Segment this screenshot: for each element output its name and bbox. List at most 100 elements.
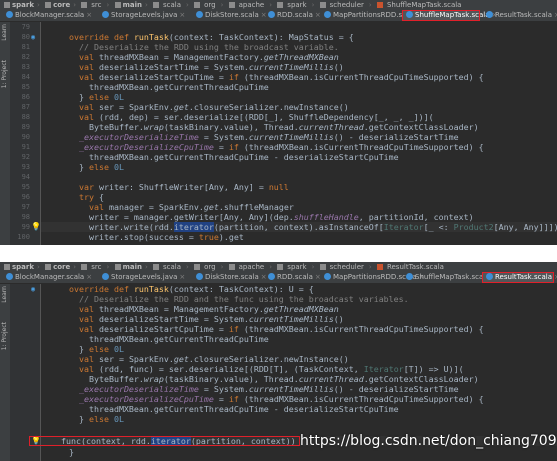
project-tool-button[interactable]: 1: Project xyxy=(1,60,8,88)
code-line: ByteBuffer.wrap(taskBinary.value), Threa… xyxy=(59,374,479,384)
folder-icon xyxy=(4,2,10,8)
folder-icon xyxy=(153,264,160,270)
breadcrumb-item[interactable]: main xyxy=(113,0,144,10)
code-line: val threadMXBean = ManagementFactory.get… xyxy=(78,304,339,314)
breadcrumb-item[interactable]: src xyxy=(79,0,105,10)
code-editor[interactable]: 79 80 ◉ override def runTask(context: Tas… xyxy=(17,22,557,245)
watermark-url: https://blog.csdn.net/don_chiang709 xyxy=(300,433,557,449)
breadcrumb-item[interactable]: ResultTask.scala xyxy=(375,262,448,272)
breadcrumb-item[interactable]: scala xyxy=(151,0,185,10)
breadcrumb-item[interactable]: scheduler xyxy=(318,0,368,10)
breadcrumb-item[interactable]: spark xyxy=(275,262,310,272)
code-line: threadMXBean.getCurrentThreadCpuTime - d… xyxy=(59,404,399,414)
close-icon[interactable]: × xyxy=(86,11,92,19)
scala-file-icon xyxy=(268,273,275,280)
folder-icon xyxy=(45,264,52,270)
breadcrumb-item[interactable]: spark xyxy=(2,0,36,10)
code-line: 81 // Deserialize the RDD using the broa… xyxy=(21,42,339,52)
code-line: 89 ByteBuffer.wrap(taskBinary.value), Th… xyxy=(21,122,479,132)
breadcrumb-item[interactable]: apache xyxy=(227,262,269,272)
code-line: 80 ◉ override def runTask(context: TaskCo… xyxy=(21,32,354,42)
breadcrumb-item[interactable]: ShuffleMapTask.scala xyxy=(375,0,466,10)
code-line: } else 0L xyxy=(59,414,124,424)
code-line: 93 } else 0L xyxy=(21,162,124,172)
code-line: val ser = SparkEnv.get.closureSerializer… xyxy=(78,354,349,364)
tab-diskstore[interactable]: DiskStore.scala × xyxy=(192,10,267,21)
scala-file-icon xyxy=(406,273,413,280)
package-icon xyxy=(228,264,235,270)
editor-window-shufflemaptask: spark › core › src › main › scala › org › apac… xyxy=(0,0,557,245)
tool-window-sidebar: 1: Project Learn xyxy=(0,284,10,461)
java-file-icon xyxy=(102,11,109,18)
code-line: 79 xyxy=(21,23,30,31)
folder-icon xyxy=(81,264,88,270)
learn-tool-button[interactable]: Learn xyxy=(1,24,8,41)
folder-icon xyxy=(45,2,52,8)
tab-resulttask[interactable]: ResultTask.scala× xyxy=(482,272,557,283)
tab-rdd[interactable]: RDD.scala × xyxy=(264,10,321,21)
code-line: _executorDeserializeTime = System.curren… xyxy=(78,384,459,394)
breadcrumb-item[interactable]: apache xyxy=(227,0,269,10)
code-line: threadMXBean.getCurrentThreadCpuTime xyxy=(59,334,269,344)
folder-icon xyxy=(4,264,10,270)
scala-file-icon xyxy=(324,11,331,18)
tab-diskstore[interactable]: DiskStore.scala × xyxy=(192,272,267,283)
scala-file-icon xyxy=(376,264,383,270)
code-line: 100 writer.stop(success = true).get xyxy=(17,232,244,242)
breadcrumb-item[interactable]: scheduler xyxy=(318,262,368,272)
breadcrumb-item[interactable]: core xyxy=(43,0,72,10)
learn-tool-button[interactable]: Learn xyxy=(1,286,8,303)
tab-storagelevels[interactable]: StorageLevels.java × xyxy=(98,272,192,283)
editor-tabs: BlockManager.scala × StorageLevels.java × … xyxy=(0,272,557,284)
scala-file-icon xyxy=(268,11,275,18)
tab-storagelevels[interactable]: StorageLevels.java × xyxy=(98,10,192,21)
code-line: 84 val deserializeStartCpuTime = if (thr… xyxy=(21,72,484,82)
package-icon xyxy=(194,2,201,8)
breadcrumb-item[interactable]: scala xyxy=(151,262,185,272)
breadcrumb-item[interactable]: src xyxy=(79,262,105,272)
code-line: 95 var writer: ShuffleWriter[Any, Any] =… xyxy=(21,182,289,192)
tab-blockmanager[interactable]: BlockManager.scala × xyxy=(2,272,98,283)
lightbulb-icon[interactable]: 💡 xyxy=(31,222,41,232)
tab-shufflemaptask[interactable]: ShuffleMapTask.scala× xyxy=(402,10,497,21)
breadcrumb-item[interactable]: spark xyxy=(275,0,310,10)
code-line: val (rdd, func) = ser.deserialize[(RDD[T… xyxy=(78,364,464,374)
breadcrumb-item[interactable]: org xyxy=(192,0,219,10)
code-line: 88 val (rdd, dep) = ser.deserialize[(RDD… xyxy=(21,112,434,122)
editor-window-resulttask: spark › core › src › main › scala › org › apac… xyxy=(0,262,557,461)
code-line: ◉ override def runTask(context: TaskCont… xyxy=(31,284,314,294)
package-icon xyxy=(194,264,201,270)
code-line: } else 0L xyxy=(59,344,124,354)
tab-shufflemaptask[interactable]: ShuffleMapTask.scala× xyxy=(402,272,497,283)
code-line: 85 threadMXBean.getCurrentThreadCpuTime xyxy=(21,82,269,92)
tab-mappartitionsrdd[interactable]: MapPartitionsRDD.scala× xyxy=(320,272,424,283)
close-icon[interactable]: × xyxy=(179,11,185,19)
breadcrumb: spark › core › src › main › scala › org › apac… xyxy=(0,0,557,10)
close-icon[interactable]: × xyxy=(86,273,92,281)
code-line: 87 val ser = SparkEnv.get.closureSeriali… xyxy=(21,102,349,112)
tab-mappartitionsrdd[interactable]: MapPartitionsRDD.scala× xyxy=(320,10,424,21)
code-line: val deserializeStartTime = System.curren… xyxy=(78,314,344,324)
code-line: 96 try { xyxy=(21,192,104,202)
breadcrumb-item[interactable]: spark xyxy=(2,262,36,272)
override-marker-icon[interactable]: ◉ xyxy=(31,32,39,42)
scala-file-icon xyxy=(376,2,383,8)
tab-rdd[interactable]: RDD.scala × xyxy=(264,272,321,283)
tab-resulttask[interactable]: ResultTask.scala× xyxy=(482,10,557,21)
close-icon[interactable]: × xyxy=(179,273,185,281)
code-line: 82 val threadMXBean = ManagementFactory.… xyxy=(21,52,339,62)
tab-blockmanager[interactable]: BlockManager.scala × xyxy=(2,10,98,21)
code-line: val deserializeStartCpuTime = if (thread… xyxy=(78,324,484,334)
folder-icon xyxy=(153,2,160,8)
breadcrumb-item[interactable]: main xyxy=(113,262,144,272)
scala-file-icon xyxy=(486,273,493,280)
folder-icon xyxy=(114,2,121,8)
editor-tabs: BlockManager.scala × StorageLevels.java × … xyxy=(0,10,557,22)
code-line: 94 xyxy=(21,173,30,181)
code-line: 86 } else 0L xyxy=(21,92,124,102)
project-tool-button[interactable]: 1: Project xyxy=(1,322,8,350)
folder-icon xyxy=(81,2,88,8)
override-marker-icon[interactable]: ◉ xyxy=(31,284,39,294)
breadcrumb-item[interactable]: core xyxy=(43,262,72,272)
breadcrumb-item[interactable]: org xyxy=(192,262,219,272)
